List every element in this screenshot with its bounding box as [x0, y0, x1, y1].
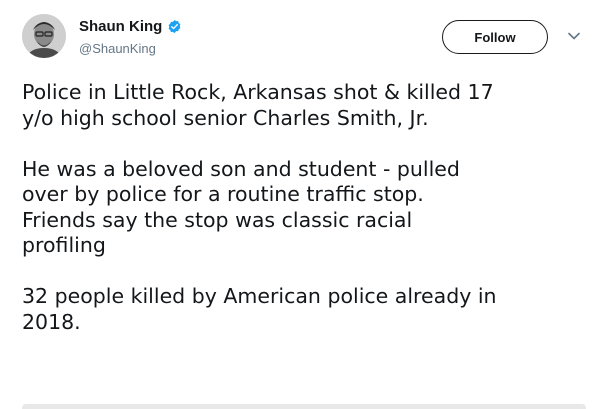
tweet-text: Police in Little Rock, Arkansas shot & k…	[22, 80, 592, 335]
user-handle[interactable]: @ShaunKing	[79, 41, 182, 56]
display-name[interactable]: Shaun King	[79, 18, 162, 35]
chevron-down-icon[interactable]	[568, 32, 580, 40]
tweet-card: Shaun King @ShaunKing Follow Police in L…	[0, 0, 608, 409]
tweet-paragraph: 32 people killed by American police alre…	[22, 284, 497, 334]
avatar-image	[22, 14, 66, 58]
tweet-paragraph: He was a beloved son and student - pulle…	[22, 156, 460, 258]
follow-button[interactable]: Follow	[442, 20, 548, 54]
name-row: Shaun King	[79, 16, 182, 36]
author-info: Shaun King @ShaunKing	[79, 16, 182, 56]
media-preview[interactable]	[22, 404, 586, 409]
avatar[interactable]	[22, 14, 66, 58]
verified-badge-icon	[167, 19, 182, 34]
tweet-paragraph: Police in Little Rock, Arkansas shot & k…	[22, 80, 494, 130]
